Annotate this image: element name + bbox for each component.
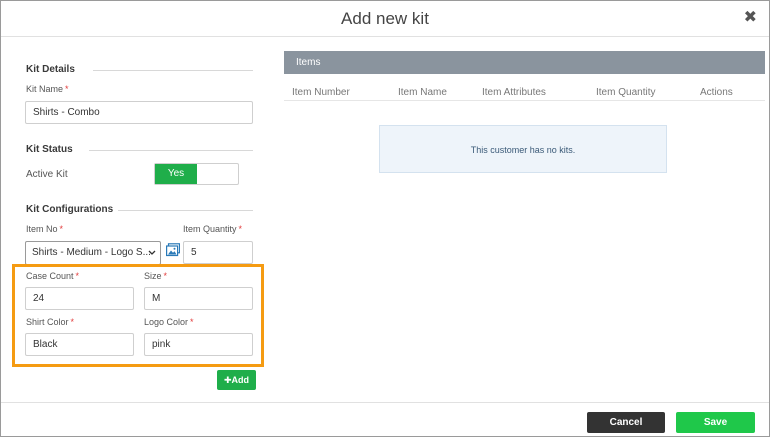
column-item-number: Item Number xyxy=(292,87,350,98)
table-header-divider xyxy=(284,100,765,101)
attributes-highlight-box xyxy=(12,264,264,367)
close-icon[interactable]: ✖ xyxy=(744,7,757,27)
kit-name-input[interactable]: Shirts - Combo xyxy=(25,101,253,124)
item-no-label: Item No * xyxy=(26,224,64,234)
column-item-name: Item Name xyxy=(398,87,447,98)
kit-status-title: Kit Status xyxy=(26,144,73,155)
toggle-yes[interactable]: Yes xyxy=(155,164,197,184)
empty-kits-message: This customer has no kits. xyxy=(379,125,667,173)
section-divider xyxy=(93,70,253,71)
column-item-quantity: Item Quantity xyxy=(596,87,656,98)
save-button[interactable]: Save xyxy=(676,412,755,433)
column-item-attributes: Item Attributes xyxy=(482,87,546,98)
plus-icon: ✚ xyxy=(223,375,232,385)
kit-name-label: Kit Name * xyxy=(26,84,69,94)
items-panel-header: Items xyxy=(284,51,765,74)
cancel-button[interactable]: Cancel xyxy=(587,412,665,433)
image-icon[interactable] xyxy=(166,243,181,257)
active-kit-label: Active Kit xyxy=(26,169,68,180)
add-item-button[interactable]: ✚Add xyxy=(217,370,256,390)
item-quantity-label: Item Quantity * xyxy=(183,224,243,234)
modal-title: Add new kit xyxy=(341,9,429,28)
kit-details-title: Kit Details xyxy=(26,64,75,75)
item-no-select[interactable]: Shirts - Medium - Logo S... xyxy=(25,241,161,265)
item-quantity-input[interactable]: 5 xyxy=(183,241,253,264)
modal-header: Add new kit ✖ xyxy=(1,1,769,37)
column-actions: Actions xyxy=(700,87,733,98)
kit-configurations-title: Kit Configurations xyxy=(26,204,114,215)
active-kit-toggle[interactable]: Yes xyxy=(154,163,239,185)
add-kit-modal: Add new kit ✖ Kit Details Kit Name * Shir… xyxy=(0,0,770,437)
item-no-value: Shirts - Medium - Logo S... xyxy=(32,247,151,258)
section-divider xyxy=(118,210,253,211)
footer-divider xyxy=(1,402,769,403)
chevron-down-icon xyxy=(148,242,156,264)
section-divider xyxy=(89,150,253,151)
